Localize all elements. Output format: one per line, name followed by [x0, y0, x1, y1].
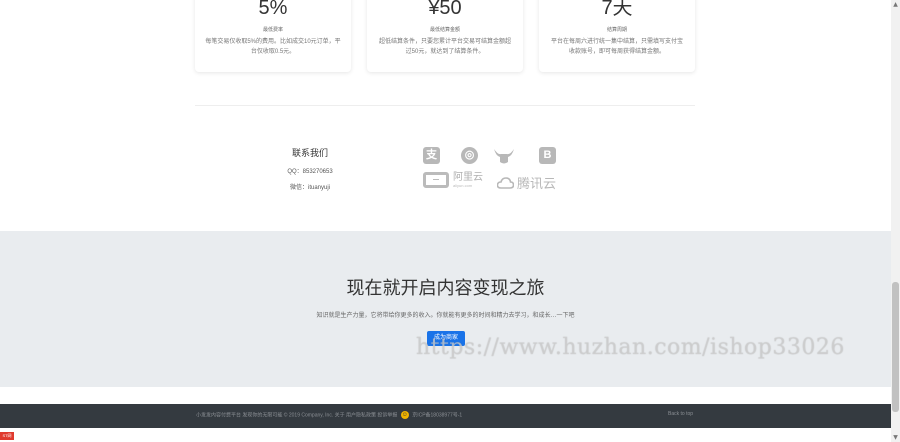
- footer-copyright: 小发发内容付费平台 发现你的无限可能 © 2019 Company, Inc. …: [196, 412, 398, 419]
- cta-section: 现在就开启内容变现之旅 知识就是生产力量，它将带给你更多的收入。你就能有更多的时…: [0, 231, 891, 387]
- section-divider: [195, 105, 695, 106]
- feature-card-rate: 5% 最低费率 每笔交易仅收取5%的费用。比如成交10元订单，平台仅收取0.5元…: [195, 0, 351, 72]
- corner-badge: ST网: [0, 432, 14, 440]
- scroll-thumb[interactable]: [892, 282, 899, 412]
- bilibili-icon[interactable]: B: [539, 147, 556, 164]
- feature-value: 5%: [258, 0, 288, 19]
- contact-section: 联系我们 QQ：853270653 微信：ituanyuji: [270, 146, 350, 191]
- scroll-down-icon[interactable]: ▼: [892, 434, 899, 441]
- cloud-icon: [497, 176, 514, 189]
- aliyun-name: 阿里云: [453, 171, 483, 183]
- feature-value: ¥50: [428, 0, 462, 19]
- page: 5% 最低费率 每笔交易仅收取5%的费用。比如成交10元订单，平台仅收取0.5元…: [0, 0, 891, 442]
- spacer: [0, 387, 891, 404]
- aliyun-icon: [423, 172, 449, 188]
- tencent-cloud-logo[interactable]: 腾讯云: [497, 173, 556, 192]
- feature-desc: 平台在每周六进行统一集中结算，只需填写支付宝收款账号，即可每周获得结算金额。: [550, 39, 683, 55]
- cta-heading: 现在就开启内容变现之旅: [346, 278, 545, 299]
- bull-icon[interactable]: [493, 147, 515, 170]
- feature-title: 最低结算金额: [429, 27, 460, 33]
- alipay-icon[interactable]: 支: [423, 147, 440, 164]
- contact-qq[interactable]: QQ：853270653: [270, 166, 350, 175]
- feature-title: 结算周期: [606, 27, 627, 33]
- contact-wechat[interactable]: 微信：ituanyuji: [270, 182, 350, 191]
- back-to-top-link[interactable]: Back to top: [668, 411, 693, 417]
- wechat-icon[interactable]: ◎: [461, 147, 478, 164]
- cta-subtitle: 知识就是生产力量，它将带给你更多的收入。你就能有更多的时间和精力去学习，和成长……: [316, 313, 575, 319]
- feature-card-cycle: 7天 结算周期 平台在每周六进行统一集中结算，只需填写支付宝收款账号，即可每周获…: [539, 0, 695, 72]
- feature-desc: 每笔交易仅收取5%的费用。比如成交10元订单，平台仅收取0.5元。: [205, 39, 341, 55]
- feature-cards: 5% 最低费率 每笔交易仅收取5%的费用。比如成交10元订单，平台仅收取0.5元…: [195, 0, 695, 73]
- scroll-up-icon[interactable]: ▲: [892, 1, 899, 8]
- partner-logos: 支 ◎ B 阿里云 aliyun.com 腾讯云: [420, 145, 570, 195]
- scrollbar[interactable]: ▲ ▼: [891, 0, 900, 442]
- tencent-cloud-name: 腾讯云: [517, 176, 557, 191]
- feature-card-settlement: ¥50 最低结算金额 超低结算条件，只要您累计平台交易可结算金额超过50元，就达…: [367, 0, 523, 72]
- aliyun-logo[interactable]: 阿里云 aliyun.com: [423, 172, 483, 188]
- contact-title: 联系我们: [291, 148, 328, 158]
- footer-icp[interactable]: 京ICP备18038977号-1: [412, 412, 462, 418]
- aliyun-domain: aliyun.com: [453, 182, 473, 188]
- watermark: https://www.huzhan.com/ishop33026: [416, 335, 845, 360]
- feature-title: 最低费率: [262, 27, 283, 33]
- feature-value: 7天: [601, 0, 633, 19]
- footer: 小发发内容付费平台 发现你的无限可能 © 2019 Company, Inc. …: [0, 404, 891, 428]
- feature-desc: 超低结算条件，只要您累计平台交易可结算金额超过50元，就达到了结算条件。: [378, 39, 511, 55]
- footer-text: 小发发内容付费平台 发现你的无限可能 © 2019 Company, Inc. …: [196, 411, 462, 419]
- smile-icon: ☺: [400, 411, 409, 419]
